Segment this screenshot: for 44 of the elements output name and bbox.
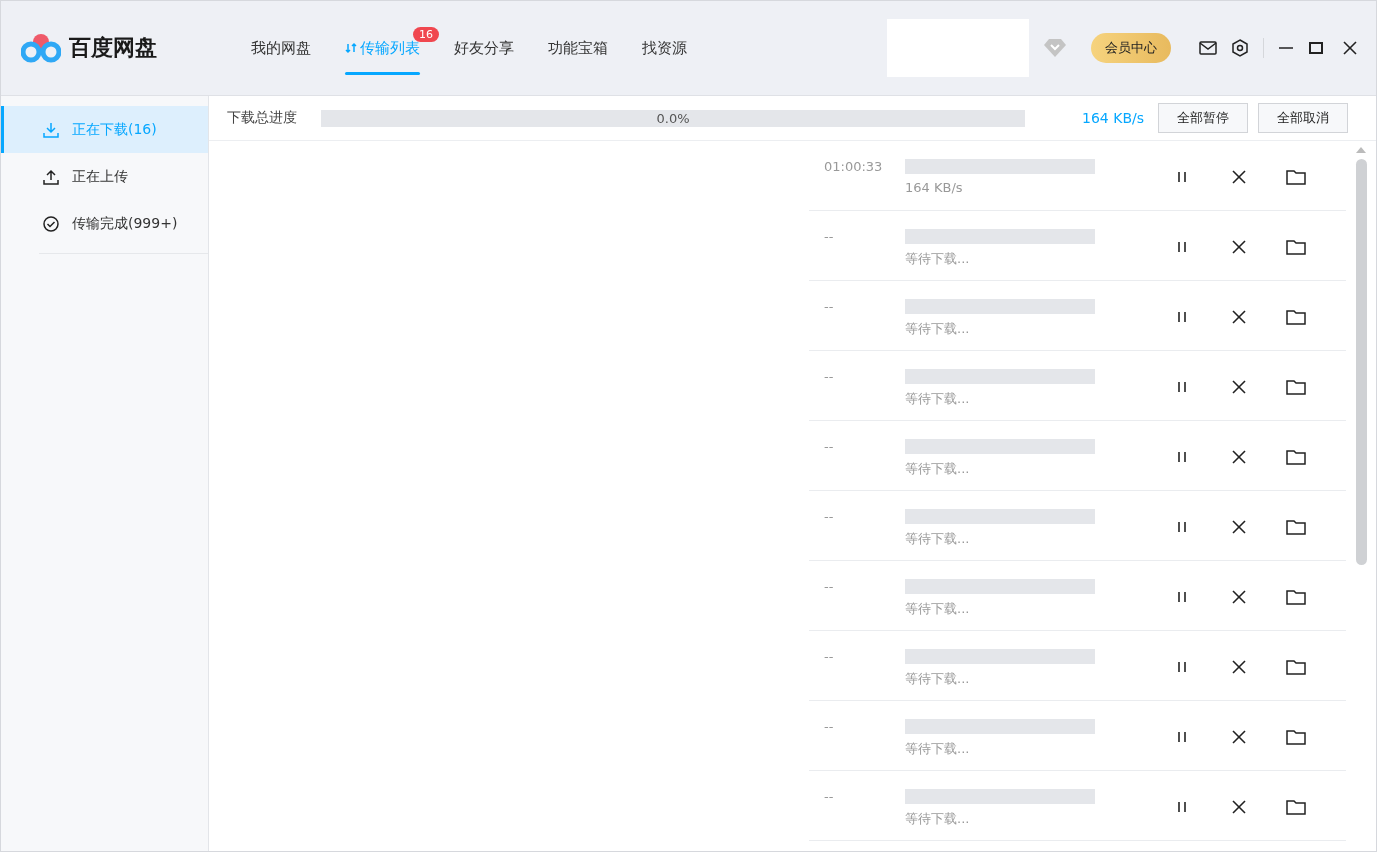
- status-text: 等待下载...: [905, 390, 971, 408]
- status-text: 等待下载...: [905, 670, 971, 688]
- remaining-time: --: [823, 228, 835, 244]
- transfer-arrows-icon: [345, 42, 357, 54]
- nav-tab[interactable]: 功能宝箱: [531, 1, 625, 95]
- status-text: 等待下载...: [905, 600, 971, 618]
- upload-icon: [42, 167, 60, 186]
- status-text: 等待下载...: [905, 810, 971, 828]
- status-text: 等待下载...: [905, 320, 971, 338]
- settings-icon[interactable]: [1231, 39, 1249, 57]
- remaining-time: --: [823, 438, 835, 454]
- download-speed: 164 KB/s: [1082, 110, 1144, 126]
- mail-icon[interactable]: [1199, 41, 1217, 55]
- remaining-time: --: [823, 648, 835, 664]
- nav-tab[interactable]: 好友分享: [437, 1, 531, 95]
- status-text: 等待下载...: [905, 460, 971, 478]
- sidebar-item[interactable]: 正在上传: [1, 153, 208, 200]
- remaining-time: --: [823, 298, 835, 314]
- toolbar-button[interactable]: 全部暂停: [1158, 103, 1248, 133]
- status-text: 164 KB/s: [905, 180, 964, 195]
- status-text: 等待下载...: [905, 250, 971, 268]
- total-progress-label: 下载总进度: [227, 109, 298, 127]
- sidebar-item[interactable]: 传输完成(999+): [1, 200, 208, 247]
- download-icon: [42, 120, 60, 139]
- remaining-time: --: [823, 508, 835, 524]
- count-badge: 16: [413, 27, 439, 42]
- check-circle-icon: [42, 214, 60, 233]
- nav-tab[interactable]: 我的网盘: [234, 1, 328, 95]
- remaining-time: --: [823, 718, 835, 734]
- toolbar-button[interactable]: 全部取消: [1258, 103, 1348, 133]
- status-text: 等待下载...: [905, 740, 971, 758]
- logo-icon: [21, 32, 61, 64]
- remaining-time: 01:00:33: [823, 158, 884, 174]
- scrollbar-thumb[interactable]: [1355, 159, 1367, 565]
- app-name: 百度网盘: [69, 34, 157, 62]
- nav-tab[interactable]: 传输列表 16: [328, 1, 437, 95]
- remaining-time: --: [823, 368, 835, 384]
- maximize-icon[interactable]: [1308, 40, 1324, 56]
- nav-tab[interactable]: 找资源: [625, 1, 704, 95]
- remaining-time: --: [823, 788, 835, 804]
- remaining-time: --: [823, 578, 835, 594]
- progress-percent: 0.0%: [656, 110, 690, 126]
- vip-center-button[interactable]: 会员中心: [1091, 33, 1171, 63]
- status-text: 等待下载...: [905, 530, 971, 548]
